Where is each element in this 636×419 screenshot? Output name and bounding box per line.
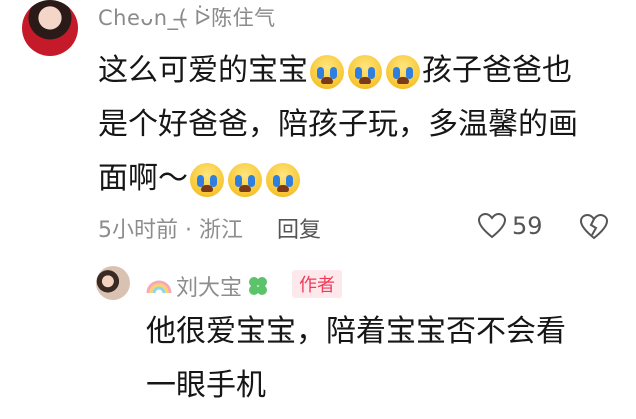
broken-heart-icon: [579, 213, 609, 240]
comment-text-segment: 孩子爸爸也: [422, 53, 572, 88]
loudly-crying-emoji-icon: [266, 162, 300, 197]
comment-text-segment: 面啊～: [98, 161, 188, 196]
time-location: 5小时前 · 浙江: [98, 218, 243, 243]
comment-username[interactable]: Cheᴗn_(̶ ᐖ陈住气: [98, 2, 276, 32]
reply-text-line-1: 他很爱宝宝，陪着宝宝否不会看: [146, 314, 566, 349]
reply-avatar[interactable]: [96, 266, 130, 300]
loudly-crying-emoji-icon: [348, 54, 382, 89]
emoji-group: [190, 162, 300, 197]
reply-text-line-2: 一眼手机: [146, 368, 266, 403]
loudly-crying-emoji-icon: [386, 54, 420, 89]
clover-icon: [249, 277, 268, 295]
like-count: 59: [512, 212, 543, 240]
loudly-crying-emoji-icon: [310, 54, 344, 89]
reply-username-row[interactable]: 刘大宝: [146, 270, 270, 302]
loudly-crying-emoji-icon: [190, 162, 224, 197]
heart-icon: [478, 213, 506, 239]
like-button[interactable]: 59: [478, 212, 543, 240]
avatar[interactable]: [22, 0, 78, 56]
author-badge: 作者: [292, 270, 342, 298]
comment-text-line-2: 是个好爸爸，陪孩子玩，多温馨的画: [98, 107, 578, 142]
emoji-group: [310, 54, 420, 89]
comment-text-line-3: 面啊～: [98, 152, 618, 206]
reply-username: 刘大宝: [176, 276, 243, 301]
comment-text-segment: 这么可爱的宝宝: [98, 53, 308, 88]
rainbow-icon: [146, 280, 172, 294]
dislike-button[interactable]: [579, 213, 609, 244]
comment-text-line-1: 这么可爱的宝宝 孩子爸爸也: [98, 44, 618, 98]
comment-meta: 5小时前 · 浙江 回复: [98, 212, 321, 244]
reply-button[interactable]: 回复: [277, 212, 321, 244]
loudly-crying-emoji-icon: [228, 162, 262, 197]
